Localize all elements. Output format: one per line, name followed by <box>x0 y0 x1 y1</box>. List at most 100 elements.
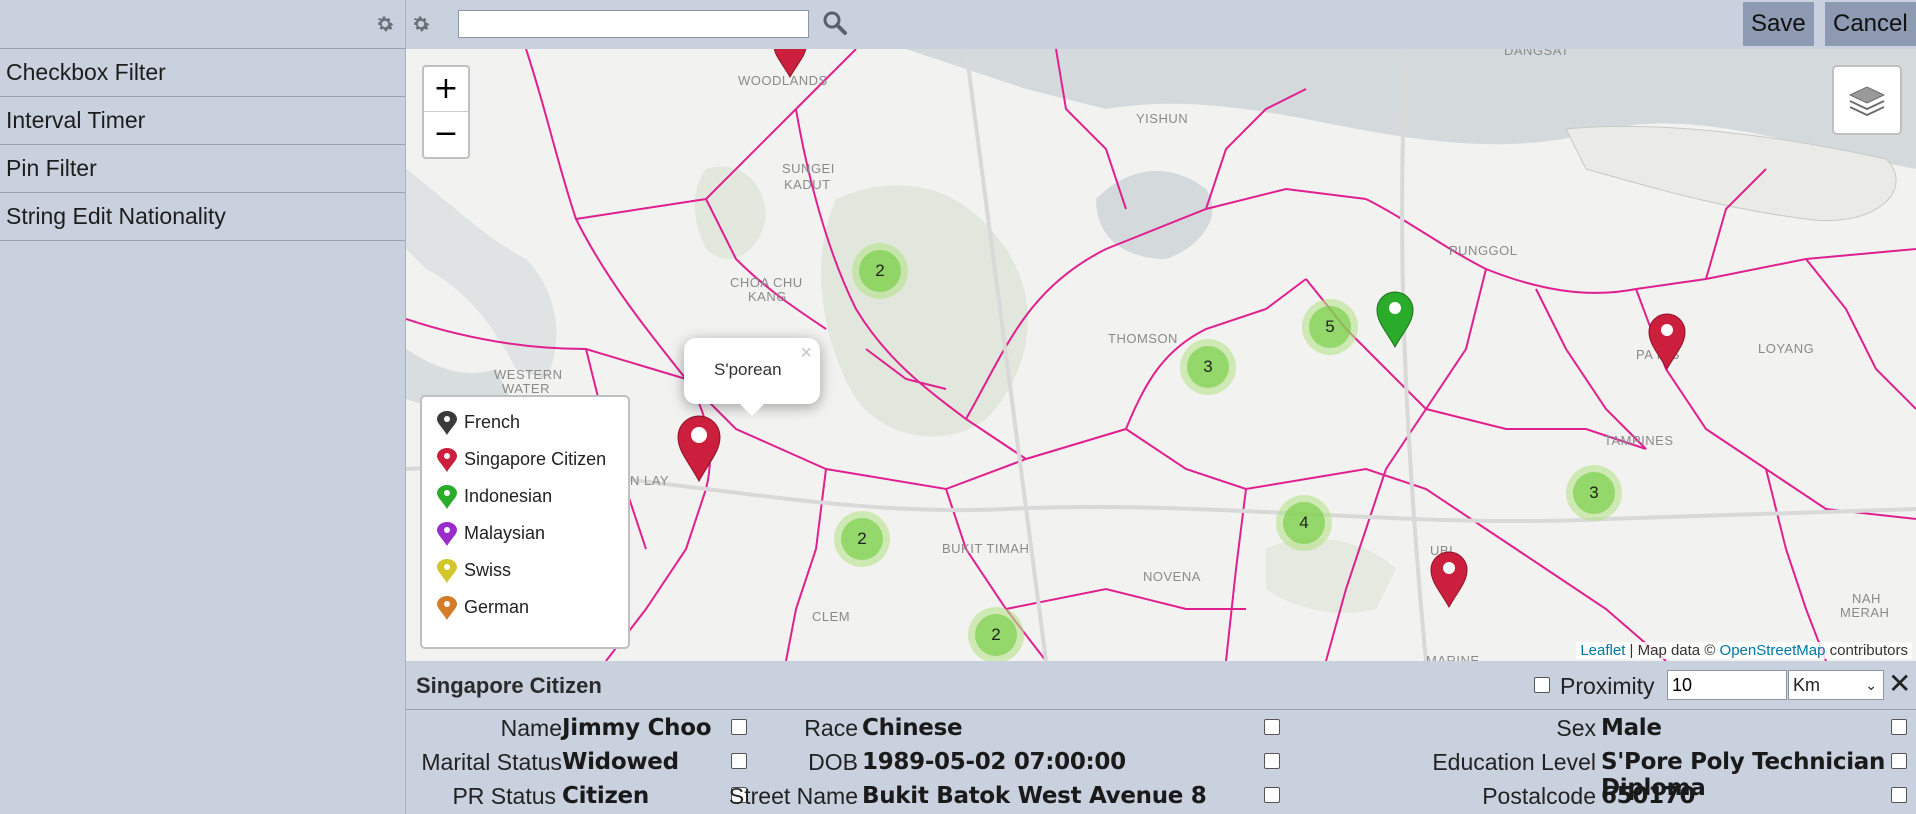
proximity-label: Proximity <box>1560 673 1655 699</box>
legend-item: Singapore Citizen <box>436 444 606 474</box>
race-checkbox[interactable] <box>1264 719 1280 735</box>
marker-cluster[interactable]: 3 <box>1180 339 1236 395</box>
cluster-count: 4 <box>1283 502 1325 544</box>
map-label: PUNGGOL <box>1449 243 1518 258</box>
sex-checkbox[interactable] <box>1891 719 1907 735</box>
street-name-label: Street Name <box>728 783 858 809</box>
legend-item: Malaysian <box>436 518 545 548</box>
map-label: WESTERN <box>494 367 563 382</box>
map-label: MARINE <box>1426 653 1480 661</box>
pin-icon <box>437 522 457 547</box>
education-level-checkbox[interactable] <box>1891 753 1907 769</box>
cluster-count: 2 <box>841 518 883 560</box>
map-pin-red[interactable] <box>674 413 724 483</box>
marker-cluster[interactable]: 2 <box>834 511 890 567</box>
proximity-unit-select[interactable]: Km ⌄ <box>1788 670 1884 700</box>
map-label: WATER <box>502 381 550 396</box>
name-checkbox[interactable] <box>731 719 747 735</box>
map-label: N LAY <box>630 473 670 488</box>
pin-icon <box>437 485 457 510</box>
map-label: DANGSAT <box>1504 49 1570 58</box>
marital-status-label: Marital Status <box>421 749 562 775</box>
map-label: NOVENA <box>1143 569 1201 584</box>
pin-icon <box>437 411 457 436</box>
map-label: YISHUN <box>1136 111 1189 126</box>
cluster-count: 2 <box>975 614 1017 656</box>
close-icon[interactable]: ✕ <box>1888 667 1911 700</box>
marital-status-checkbox[interactable] <box>731 753 747 769</box>
name-label: Name <box>500 715 562 741</box>
legend-item: French <box>436 407 520 437</box>
cluster-count: 3 <box>1187 346 1229 388</box>
street-name-checkbox[interactable] <box>1264 787 1280 803</box>
name-value: Jimmy Choo <box>562 715 712 741</box>
pr-status-label: PR Status <box>452 783 556 809</box>
sidebar: Checkbox Filter Interval Timer Pin Filte… <box>0 0 406 814</box>
race-label: Race <box>804 715 858 741</box>
layers-button[interactable] <box>1832 65 1902 135</box>
marker-cluster[interactable]: 5 <box>1302 299 1358 355</box>
pin-icon <box>437 596 457 621</box>
popup-tip <box>740 404 764 416</box>
proximity-checkbox[interactable] <box>1534 677 1550 693</box>
map-pin-red[interactable] <box>770 49 810 79</box>
race-value: Chinese <box>862 715 963 741</box>
sex-value: Male <box>1601 715 1662 741</box>
gear-icon[interactable] <box>374 13 396 35</box>
marker-cluster[interactable]: 2 <box>968 607 1024 661</box>
proximity-input[interactable] <box>1667 670 1787 700</box>
search-icon[interactable] <box>822 10 848 36</box>
pr-status-value: Citizen <box>562 783 649 809</box>
sidebar-header <box>0 0 405 49</box>
detail-header: Singapore Citizen Proximity Km ⌄ ✕ <box>406 661 1916 710</box>
sidebar-item-checkbox-filter[interactable]: Checkbox Filter <box>0 49 405 97</box>
marital-status-value: Widowed <box>562 749 679 775</box>
marker-cluster[interactable]: 3 <box>1566 465 1622 521</box>
cancel-button[interactable]: Cancel <box>1825 2 1916 46</box>
map-label: CHOA CHU <box>730 275 803 290</box>
education-level-label: Education Level <box>1432 749 1596 775</box>
map-view[interactable]: WOODLANDS DANGSAT YISHUN SUNGEI KADUT CH… <box>406 49 1916 661</box>
sex-label: Sex <box>1556 715 1596 741</box>
postalcode-value: 650170 <box>1601 783 1696 809</box>
map-label: THOMSON <box>1108 331 1178 346</box>
map-pin-red[interactable] <box>1428 549 1470 609</box>
zoom-out-button[interactable]: − <box>424 112 468 156</box>
cluster-count: 2 <box>859 250 901 292</box>
detail-panel: Singapore Citizen Proximity Km ⌄ ✕ Name … <box>406 661 1916 814</box>
dob-label: DOB <box>808 749 858 775</box>
search-input[interactable] <box>458 10 809 38</box>
toolbar: Save Cancel <box>406 0 1916 48</box>
map-popup: S'porean × <box>684 338 820 416</box>
map-label: KADUT <box>784 177 831 192</box>
map-label: LOYANG <box>1758 341 1815 356</box>
map-label: MERAH <box>1840 605 1890 620</box>
marker-cluster[interactable]: 2 <box>852 243 908 299</box>
popup-close-button[interactable]: × <box>800 342 812 365</box>
postalcode-checkbox[interactable] <box>1891 787 1907 803</box>
dob-value: 1989-05-02 07:00:00 <box>862 749 1126 775</box>
map-pin-green[interactable] <box>1374 289 1416 349</box>
layers-icon <box>1848 86 1886 117</box>
dob-checkbox[interactable] <box>1264 753 1280 769</box>
save-button[interactable]: Save <box>1743 2 1814 46</box>
map-label: SUNGEI <box>782 161 835 176</box>
pin-icon <box>437 559 457 584</box>
openstreetmap-link[interactable]: OpenStreetMap <box>1720 642 1826 659</box>
leaflet-link[interactable]: Leaflet <box>1580 642 1625 659</box>
sidebar-item-interval-timer[interactable]: Interval Timer <box>0 97 405 145</box>
sidebar-item-string-edit-nationality[interactable]: String Edit Nationality <box>0 193 405 241</box>
map-attribution: Leaflet | Map data © OpenStreetMap contr… <box>1576 642 1912 659</box>
map-label: CLEM <box>812 609 851 624</box>
marker-cluster[interactable]: 4 <box>1276 495 1332 551</box>
popup-text: S'porean <box>714 360 782 379</box>
zoom-control: + − <box>422 65 470 159</box>
map-pin-red[interactable] <box>1646 311 1688 371</box>
map-label: BUKIT TIMAH <box>942 541 1030 556</box>
sidebar-item-pin-filter[interactable]: Pin Filter <box>0 145 405 193</box>
zoom-in-button[interactable]: + <box>424 67 468 112</box>
gear-icon[interactable] <box>410 13 432 35</box>
street-name-value: Bukit Batok West Avenue 8 <box>862 783 1207 809</box>
map-label: KANG <box>748 289 787 304</box>
detail-title: Singapore Citizen <box>416 673 602 698</box>
